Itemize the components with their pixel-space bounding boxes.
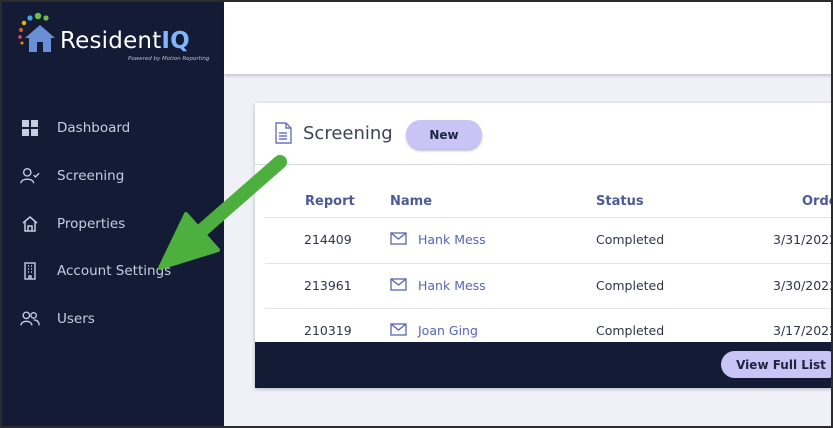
ordered-date: 3/30/2022 [773,278,833,293]
home-icon [20,214,40,234]
status-text: Completed [596,323,665,338]
sidebar-item-label: Properties [57,216,126,232]
brand-tagline: Powered by Motion Reporting [128,56,210,62]
sidebar-item-label: Screening [57,168,125,184]
house-dots-logo-icon [18,12,55,52]
brand-logo[interactable]: ResidentIQ Powered by Motion Reporting [16,12,216,68]
applicant-name-link[interactable]: Hank Mess [418,278,486,293]
column-header-name[interactable]: Name [390,194,432,209]
sidebar-item-users[interactable]: Users [2,299,224,339]
dashboard-grid-icon [20,118,40,138]
annotation-arrow-icon [158,155,287,270]
applicant-name-link[interactable]: Joan Ging [418,323,478,338]
card-header: Screening New [255,103,831,165]
report-id: 213961 [304,278,352,293]
brand-name: ResidentIQ [60,28,190,54]
card-footer: View Full List [255,342,831,388]
status-text: Completed [596,232,665,247]
sidebar-item-dashboard[interactable]: Dashboard [2,108,224,148]
app-window: ResidentIQ Powered by Motion Reporting D… [0,0,833,428]
sidebar-item-label: Dashboard [57,120,131,136]
screening-card: Screening New Report Name Status Orde 21… [255,103,833,388]
ordered-date: 3/31/2022 [773,232,833,247]
table-row[interactable]: 214409 Hank Mess Completed 3/31/2022 [265,217,833,262]
user-check-icon [20,166,40,186]
column-header-status[interactable]: Status [596,194,644,209]
building-icon [20,261,40,281]
users-icon [20,309,40,329]
new-screening-button[interactable]: New [406,120,482,149]
ordered-date: 3/17/2022 [773,323,833,338]
column-header-ordered[interactable]: Orde [802,194,831,209]
card-title: Screening [303,123,393,144]
document-icon [275,122,292,144]
table-row[interactable]: 213961 Hank Mess Completed 3/30/2022 [265,263,833,308]
report-id: 214409 [304,232,352,247]
mail-icon[interactable] [390,232,407,245]
status-text: Completed [596,278,665,293]
view-full-list-button[interactable]: View Full List [721,351,831,378]
report-id: 210319 [304,323,352,338]
mail-icon[interactable] [390,323,407,336]
sidebar-item-label: Users [57,311,95,327]
top-header-bar [224,2,831,74]
mail-icon[interactable] [390,278,407,291]
applicant-name-link[interactable]: Hank Mess [418,232,486,247]
column-header-report[interactable]: Report [305,194,355,209]
